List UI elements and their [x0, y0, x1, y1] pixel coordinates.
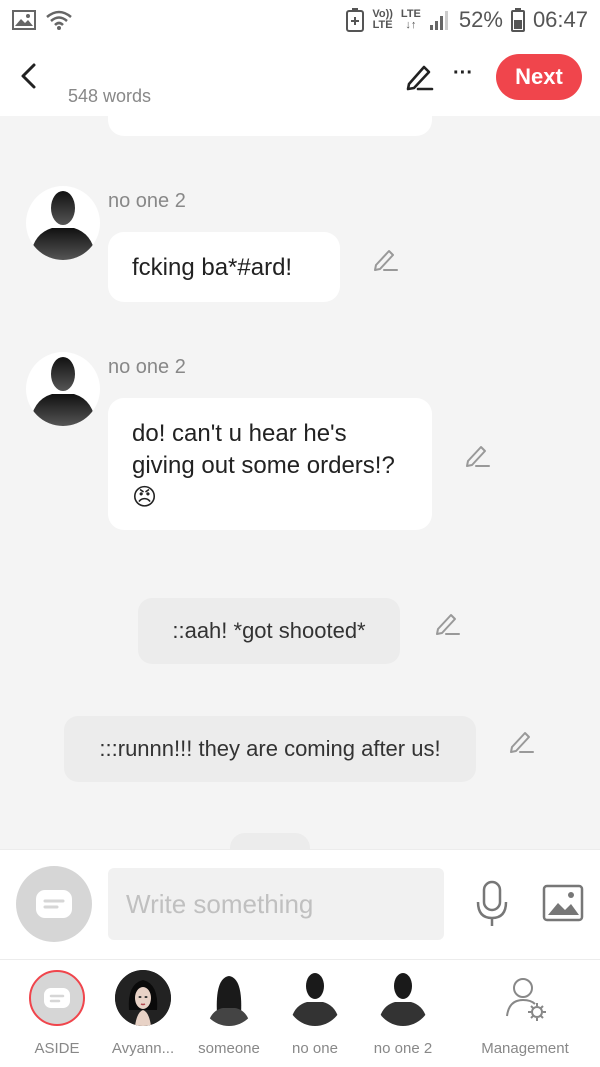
battery-percent: 52%	[458, 7, 503, 32]
avatar	[375, 970, 431, 1026]
message-text: fcking ba*#ard!	[132, 254, 293, 281]
character-label: someone	[198, 1040, 260, 1057]
partial-aside-bubble	[230, 833, 310, 849]
aside-avatar	[29, 970, 85, 1026]
wifi-icon	[46, 10, 72, 30]
character-label: no one 2	[373, 1040, 433, 1057]
silhouette-icon	[207, 976, 251, 1026]
clock: 06:47	[532, 7, 588, 32]
character-management[interactable]: Management	[470, 970, 580, 1060]
write-input[interactable]	[108, 868, 444, 940]
character-label: Avyann...	[111, 1040, 175, 1057]
character-label: ASIDE	[34, 1040, 80, 1057]
avatar	[201, 970, 257, 1026]
silhouette-icon	[30, 357, 96, 426]
lte-arrows: ↓↑	[405, 19, 417, 31]
signal-icon	[429, 11, 448, 30]
more-options-button[interactable]: ···	[448, 62, 478, 92]
message-bubble[interactable]: fcking ba*#ard!	[108, 232, 340, 302]
story-header: 548 words ··· Next	[0, 40, 600, 116]
aside-text: ::aah! *got shooted*	[172, 618, 366, 643]
pencil-icon	[374, 250, 398, 271]
portrait-icon	[115, 970, 171, 1026]
avatar[interactable]	[26, 186, 100, 260]
silhouette-icon	[378, 973, 428, 1026]
image-icon	[542, 884, 584, 922]
next-button[interactable]: Next	[496, 54, 582, 100]
edit-message-button[interactable]	[372, 246, 398, 272]
composer	[0, 849, 600, 959]
edit-story-button[interactable]	[404, 62, 434, 92]
word-count: 548 words	[68, 86, 152, 106]
gallery-icon	[12, 10, 36, 30]
back-button[interactable]	[12, 58, 44, 94]
avatar[interactable]	[26, 352, 100, 426]
aside-bubble-icon	[44, 988, 70, 1008]
insert-image-button[interactable]	[542, 884, 584, 922]
angry-emoji: 😠	[132, 484, 158, 511]
silhouette-icon	[290, 973, 340, 1026]
message-bubble[interactable]: do! can't u hear he's giving out some or…	[108, 398, 432, 530]
chevron-left-icon	[21, 63, 36, 89]
aside-text: :::runnn!!! they are coming after us!	[99, 736, 441, 761]
pencil-icon	[406, 65, 434, 91]
character-someone[interactable]: someone	[184, 970, 274, 1060]
edit-aside-button[interactable]	[434, 610, 460, 636]
character-label: no one	[292, 1040, 338, 1057]
management-avatar	[497, 970, 553, 1026]
avatar	[115, 970, 171, 1026]
edit-message-button[interactable]	[464, 442, 490, 468]
more-dots-icon: ···	[453, 62, 473, 84]
sender-name: no one 2	[108, 190, 186, 212]
lte-indicator: LTE ↓↑	[401, 9, 421, 31]
character-label: Management	[481, 1040, 569, 1057]
pencil-icon	[436, 614, 460, 635]
battery-icon	[510, 8, 525, 32]
data-saver-icon	[346, 8, 365, 32]
microphone-icon	[476, 880, 508, 926]
message-text: do! can't u hear he's giving out some or…	[132, 420, 395, 479]
user-settings-icon	[506, 978, 546, 1021]
character-avyann[interactable]: Avyann...	[98, 970, 188, 1060]
partial-message-bubble	[108, 116, 432, 136]
character-aside[interactable]: ASIDE	[12, 970, 102, 1060]
sender-name: no one 2	[108, 356, 186, 378]
character-no-one-2[interactable]: no one 2	[358, 970, 448, 1060]
character-no-one[interactable]: no one	[270, 970, 360, 1060]
status-bar: Vo)) LTE LTE ↓↑ 52% 06:47	[0, 0, 600, 40]
character-bar: ASIDE Avyann... someone no one no one 2 …	[0, 959, 600, 1067]
volte-bottom-text: LTE	[372, 19, 393, 31]
chat-area[interactable]: no one 2 fcking ba*#ard! no one 2 do! ca…	[0, 116, 600, 849]
pencil-icon	[510, 732, 534, 753]
aside-mode-button[interactable]	[16, 866, 92, 942]
aside-bubble[interactable]: ::aah! *got shooted*	[138, 598, 400, 664]
aside-bubble[interactable]: :::runnn!!! they are coming after us!	[64, 716, 476, 782]
silhouette-icon	[30, 191, 96, 260]
aside-bubble-icon	[36, 890, 72, 918]
edit-aside-button[interactable]	[508, 728, 534, 754]
voice-input-button[interactable]	[474, 880, 510, 928]
pencil-icon	[466, 446, 490, 467]
volte-indicator: Vo)) LTE	[372, 9, 393, 31]
avatar	[287, 970, 343, 1026]
